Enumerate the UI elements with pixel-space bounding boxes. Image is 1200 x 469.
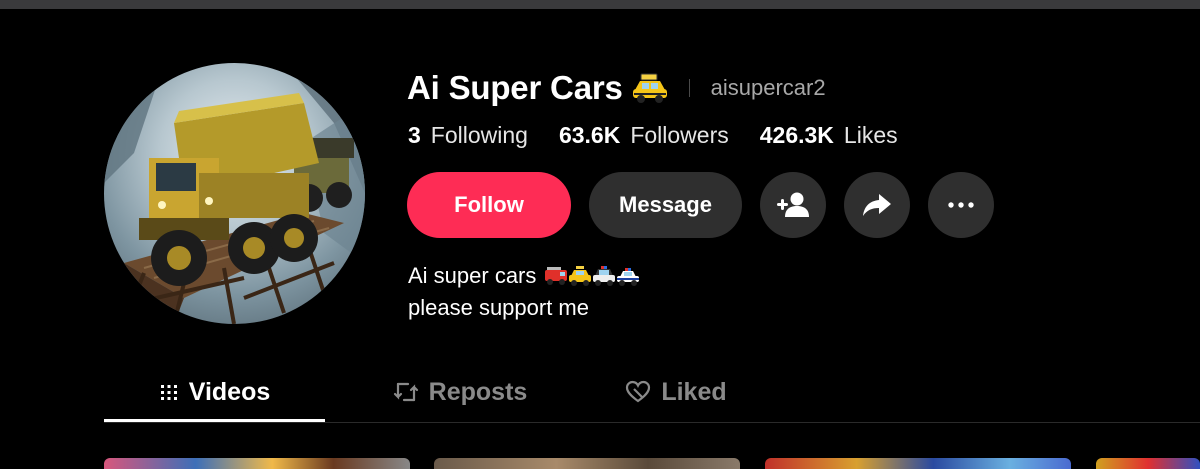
- video-grid: [0, 458, 1200, 469]
- more-button[interactable]: [928, 172, 994, 238]
- following-count: 3: [408, 121, 421, 148]
- video-thumbnail[interactable]: [104, 458, 410, 469]
- taxi-emoji-icon: [569, 266, 592, 286]
- profile-bio: Ai super cars please support me: [408, 260, 640, 324]
- police-car-emoji-icon: [593, 266, 616, 286]
- police-car-emoji-icon: [617, 268, 640, 286]
- taxi-emoji-icon: [631, 72, 669, 104]
- share-icon: [863, 194, 891, 216]
- profile-tabs: Videos Reposts Liked: [104, 362, 1200, 423]
- likes-label: Likes: [843, 121, 898, 148]
- active-tab-indicator: [104, 419, 325, 422]
- bio-line-1: Ai super cars: [408, 260, 640, 292]
- more-icon: [948, 202, 974, 208]
- follow-button[interactable]: Follow: [407, 172, 571, 238]
- username: aisupercar2: [710, 75, 826, 100]
- likes-stat: 426.3K Likes: [760, 122, 898, 149]
- window-top-bar: [0, 0, 1200, 9]
- video-thumbnail[interactable]: [1096, 458, 1200, 469]
- followers-stat[interactable]: 63.6K Followers: [559, 122, 729, 149]
- tab-liked-label: Liked: [661, 377, 727, 406]
- followers-count: 63.6K: [558, 121, 621, 148]
- profile-stats: 3 Following 63.6K Followers 426.3K Likes: [408, 119, 929, 151]
- share-button[interactable]: [844, 172, 910, 238]
- bio-emojis: [544, 266, 640, 286]
- bio-text-1: Ai super cars: [408, 263, 537, 288]
- profile-avatar[interactable]: [104, 63, 365, 324]
- fire-engine-emoji-icon: [545, 267, 568, 285]
- repost-icon: [393, 380, 419, 404]
- bio-text-2: please support me: [408, 295, 589, 320]
- followers-label: Followers: [630, 121, 729, 148]
- bio-line-2: please support me: [408, 292, 640, 324]
- avatar-truck-image: [104, 63, 365, 324]
- add-friend-button[interactable]: [760, 172, 826, 238]
- name-divider: [688, 79, 690, 97]
- tab-reposts-label: Reposts: [428, 377, 528, 406]
- tab-videos[interactable]: Videos: [104, 362, 325, 422]
- following-label: Following: [430, 121, 528, 148]
- profile-name-row: Ai Super Cars aisupercar2: [407, 66, 826, 110]
- grid-icon: [159, 382, 179, 402]
- profile-actions: Follow Message: [407, 172, 994, 238]
- video-thumbnail[interactable]: [765, 458, 1071, 469]
- tab-reposts[interactable]: Reposts: [360, 362, 560, 422]
- add-friend-icon: [777, 192, 809, 217]
- heart-lock-icon: [625, 380, 651, 404]
- display-name: Ai Super Cars: [407, 69, 623, 106]
- message-button[interactable]: Message: [589, 172, 742, 238]
- likes-count: 426.3K: [759, 121, 834, 148]
- tab-videos-label: Videos: [188, 377, 271, 406]
- following-stat[interactable]: 3 Following: [408, 122, 528, 149]
- tab-liked[interactable]: Liked: [601, 362, 751, 422]
- video-thumbnail[interactable]: [434, 458, 740, 469]
